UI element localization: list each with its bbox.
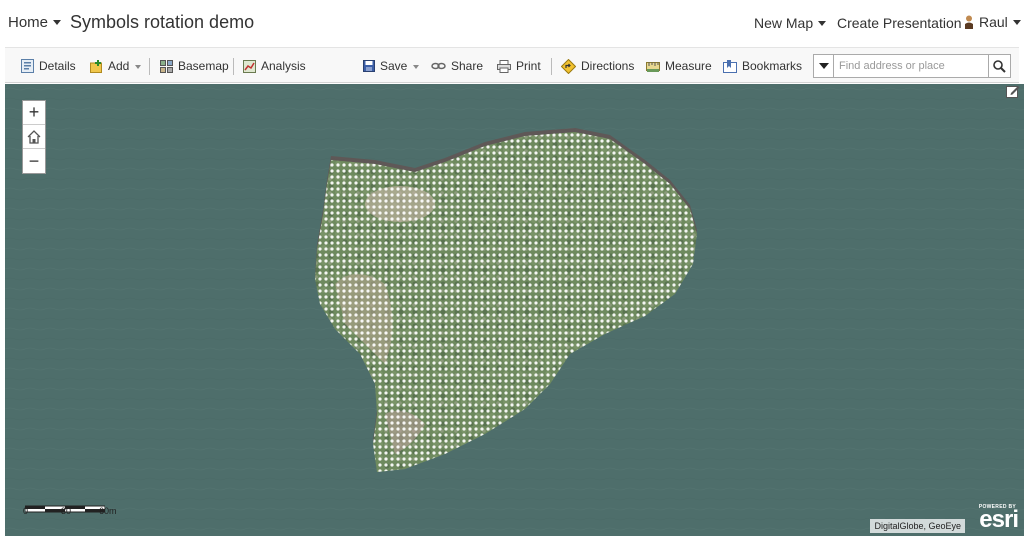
top-header: Home Symbols rotation demo New Map Creat… [0,0,1024,46]
new-map-menu[interactable]: New Map [754,15,827,31]
create-presentation-link[interactable]: Create Presentation [837,15,962,31]
zoom-out-button[interactable]: − [23,149,45,173]
bookmarks-label: Bookmarks [742,59,803,73]
analysis-label: Analysis [261,59,306,73]
map-view[interactable]: + − 0 30 60m DigitalGlobe, GeoEye POWERE… [5,84,1024,536]
measure-label: Measure [665,59,712,73]
directions-button[interactable]: Directions [561,57,634,75]
search-icon [993,59,1006,73]
map-canvas[interactable] [5,84,1024,536]
home-menu[interactable]: Home [8,14,62,31]
page-title: Symbols rotation demo [70,12,255,32]
basemap-icon [160,59,173,73]
analysis-button[interactable]: Analysis [243,57,306,75]
share-button[interactable]: Share [431,57,483,75]
esri-brand: esri [979,506,1019,533]
details-icon [21,59,34,73]
toolbar-divider [233,58,234,75]
edit-icon[interactable] [1006,84,1020,98]
chevron-down-icon [1012,19,1021,25]
home-extent-button[interactable] [23,125,45,149]
new-map-label: New Map [754,15,814,31]
print-icon [497,59,511,73]
search-source-dropdown[interactable] [814,55,834,77]
home-icon [27,129,41,144]
share-icon [431,62,446,70]
share-label: Share [451,59,484,73]
user-name: Raul [979,14,1008,30]
measure-button[interactable]: Measure [646,57,712,75]
bookmarks-button[interactable]: Bookmarks [723,57,802,75]
page-bottom-edge [0,536,1024,541]
esri-logo[interactable]: POWERED BY esri [968,504,1020,534]
save-icon [363,60,375,72]
search-input[interactable] [834,55,988,77]
toolbar-divider [149,58,150,75]
measure-icon [646,61,660,72]
basemap-label: Basemap [178,59,229,73]
home-menu-label: Home [8,14,49,31]
directions-label: Directions [581,59,635,73]
details-label: Details [39,59,76,73]
details-button[interactable]: Details [21,57,76,75]
directions-icon [561,58,576,74]
print-button[interactable]: Print [497,57,541,75]
scale-label: 60m [99,506,117,516]
search-box [813,54,1011,78]
basemap-button[interactable]: Basemap [160,57,229,75]
add-label: Add [108,59,130,73]
chevron-down-icon [135,65,142,69]
user-menu[interactable]: Raul [964,14,1021,30]
add-icon [90,59,102,73]
save-label: Save [380,59,408,73]
print-label: Print [516,59,541,73]
search-button[interactable] [988,55,1010,77]
save-button[interactable]: Save [363,57,420,75]
chevron-down-icon [413,65,420,69]
avatar [965,15,973,29]
toolbar-divider [551,58,552,75]
map-attribution[interactable]: DigitalGlobe, GeoEye [870,519,965,533]
add-button[interactable]: Add [90,57,142,75]
chevron-down-icon [818,63,829,69]
zoom-in-button[interactable]: + [23,101,45,125]
zoom-control: + − [22,100,46,174]
analysis-icon [243,59,256,73]
chevron-down-icon [818,20,827,26]
scale-label: 0 [23,506,29,516]
toolbar: Details Add Basemap Analysis Save Share … [5,47,1019,83]
scale-label: 30 [61,506,72,516]
bookmarks-icon [723,59,737,73]
chevron-down-icon [53,20,62,25]
